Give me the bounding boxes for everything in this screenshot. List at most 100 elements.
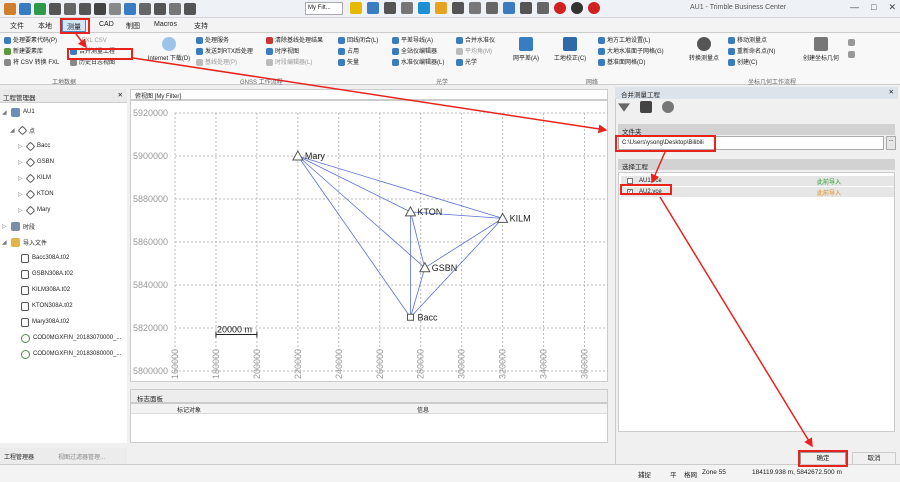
datum-grid-button[interactable]: 基准面网格(D): [598, 59, 645, 67]
toolbar-icon-r12[interactable]: [537, 2, 549, 14]
toolbar-icon-5[interactable]: [64, 3, 76, 15]
toolbar-icon-2[interactable]: [19, 3, 31, 15]
project-checkbox[interactable]: ✓: [627, 189, 633, 195]
toolbar-icon-r14[interactable]: [571, 2, 583, 14]
baseline-vector[interactable]: [297, 155, 411, 213]
ribbon-extra-icon-2[interactable]: [848, 51, 857, 59]
collapse-icon[interactable]: ◢: [2, 239, 8, 246]
toolbar-icon-r8[interactable]: [469, 2, 481, 14]
internet-download-button[interactable]: Internet 下载(D): [146, 37, 192, 62]
clear-baseline-button[interactable]: 清除基线处理结果: [266, 37, 323, 45]
merge-level-button[interactable]: 合并水准仪: [456, 37, 495, 45]
tree-file[interactable]: COD0MGXFIN_20183070000_...: [18, 332, 121, 344]
average-angle-button[interactable]: 平均角(M): [456, 48, 492, 56]
create-button[interactable]: 创建(C): [728, 59, 757, 67]
optical-button[interactable]: 光学: [456, 59, 477, 67]
toolbar-icon-r13[interactable]: [554, 2, 566, 14]
loop-closure-button[interactable]: 回线闭合(L): [338, 37, 378, 45]
menu-file[interactable]: 文件: [6, 19, 28, 32]
level-editor-button[interactable]: 水准仪编辑器(L): [392, 59, 444, 67]
station-marker[interactable]: [292, 149, 304, 161]
station-marker[interactable]: [404, 205, 417, 217]
collapse-icon[interactable]: ◢: [2, 109, 8, 116]
tree-points[interactable]: ◢ 点: [10, 124, 35, 136]
expand-icon[interactable]: ▷: [18, 159, 24, 166]
toolbar-icon-r2[interactable]: [367, 2, 379, 14]
session-editor-button[interactable]: 时段编辑器(L): [266, 59, 312, 67]
baseline-vector[interactable]: [297, 155, 503, 219]
toolbar-icon-4[interactable]: [49, 3, 61, 15]
expand-icon[interactable]: ▷: [18, 143, 24, 150]
tree-imported[interactable]: ◢ 导入文件: [2, 236, 47, 248]
menu-local[interactable]: 本地: [34, 19, 56, 32]
toolbar-icon-r11[interactable]: [520, 2, 532, 14]
convert-csv-button[interactable]: 将 CSV 转换 FXL: [4, 59, 59, 67]
toolbar-icon-12[interactable]: [169, 3, 181, 15]
occupation-button[interactable]: 占用: [338, 48, 359, 56]
geoid-subgrid-button[interactable]: 大地水准面子网格(G): [598, 48, 664, 56]
tree-point-kton[interactable]: ▷ KTON: [18, 188, 54, 200]
convert-survey-points-button[interactable]: 转换测量点: [684, 37, 724, 62]
project-checkbox[interactable]: [627, 178, 633, 184]
tab-view-filter[interactable]: 视图过滤器管理...: [58, 452, 105, 461]
timeline-view-button[interactable]: 时序视图: [266, 48, 299, 56]
project-row[interactable]: ✓ AU2.vce 此前导入: [621, 187, 894, 197]
toolbar-icon-r6[interactable]: [435, 2, 447, 14]
browse-button[interactable]: ...: [886, 136, 896, 150]
snap-toggle[interactable]: 捕捉: [638, 469, 651, 479]
ribbon-extra-icon-1[interactable]: [848, 39, 857, 47]
menu-cad[interactable]: CAD: [95, 19, 118, 32]
total-station-editor-button[interactable]: 全站仪编辑器: [392, 48, 437, 56]
project-row[interactable]: AU1.vce 此前导入: [621, 176, 894, 186]
send-rtx-button[interactable]: 发送到RTX后处理: [196, 48, 253, 56]
collapse-icon[interactable]: ◢: [10, 127, 16, 134]
tree-file[interactable]: GSBN308A.t02: [18, 268, 73, 280]
process-service-button[interactable]: 处理服务: [196, 37, 229, 45]
baseline-vector[interactable]: [410, 211, 426, 268]
column-marked-object[interactable]: 标记对象: [177, 405, 201, 414]
tree-sessions[interactable]: ▷ 时段: [2, 220, 35, 232]
rename-points-button[interactable]: 重新命名点(N): [728, 48, 775, 56]
tree-point-kilm[interactable]: ▷ KILM: [18, 172, 51, 184]
tree-point-mary[interactable]: ▷ Mary: [18, 204, 50, 216]
close-button[interactable]: ✕: [888, 2, 896, 13]
view-filter-select[interactable]: My Filt...: [305, 2, 343, 15]
baseline-vector[interactable]: [297, 155, 426, 269]
toolbar-icon-r4[interactable]: [401, 2, 413, 14]
expand-icon[interactable]: ▷: [2, 223, 8, 230]
network-adjust-button[interactable]: 网平差(A): [506, 37, 546, 62]
toolbar-icon-13[interactable]: [184, 3, 196, 15]
toolbar-icon-1[interactable]: [4, 3, 16, 15]
minimize-button[interactable]: —: [850, 2, 859, 13]
toolbar-icon-r9[interactable]: [486, 2, 498, 14]
toolbar-icon-11[interactable]: [154, 3, 166, 15]
new-feature-library-button[interactable]: 新建要素库: [4, 48, 43, 56]
merge-survey-project-button[interactable]: 合并测量工程: [70, 48, 115, 56]
vector-button[interactable]: 矢量: [338, 59, 359, 67]
menu-drafting[interactable]: 制图: [122, 19, 144, 32]
plan-view-tab[interactable]: 俯视图 [My Filter]: [130, 89, 608, 100]
toolbar-icon-r1[interactable]: [350, 2, 362, 14]
toolbar-icon-6[interactable]: [79, 3, 91, 15]
toolbar-icon-7[interactable]: [94, 3, 106, 15]
tree-file[interactable]: Mary308A.t02: [18, 316, 69, 328]
expand-icon[interactable]: ▷: [18, 207, 24, 214]
move-survey-points-button[interactable]: 移动测量点: [728, 37, 767, 45]
history-log-button[interactable]: 历史日志视图: [70, 59, 115, 67]
toolbar-icon-8[interactable]: [109, 3, 121, 15]
close-icon[interactable]: ✕: [118, 91, 123, 99]
toolbar-icon-r10[interactable]: [503, 2, 515, 14]
grid-toggle[interactable]: 格网: [684, 469, 697, 479]
process-feature-code-button[interactable]: 处理要素代码(P): [4, 37, 57, 45]
station-marker[interactable]: [406, 313, 414, 321]
site-calibration-button[interactable]: 工地校正(C): [550, 37, 590, 62]
adjust-traverse-button[interactable]: 平差导线(A): [392, 37, 433, 45]
tree-point-bacc[interactable]: ▷ Bacc: [18, 140, 50, 152]
menu-macros[interactable]: Macros: [150, 19, 181, 32]
toolbar-icon-r7[interactable]: [452, 2, 464, 14]
column-info[interactable]: 信息: [417, 405, 429, 414]
export-icon[interactable]: [640, 101, 652, 113]
expand-icon[interactable]: ▷: [18, 191, 24, 198]
tree-root[interactable]: ◢ AU1: [2, 106, 35, 118]
toolbar-icon-3[interactable]: [34, 3, 46, 15]
